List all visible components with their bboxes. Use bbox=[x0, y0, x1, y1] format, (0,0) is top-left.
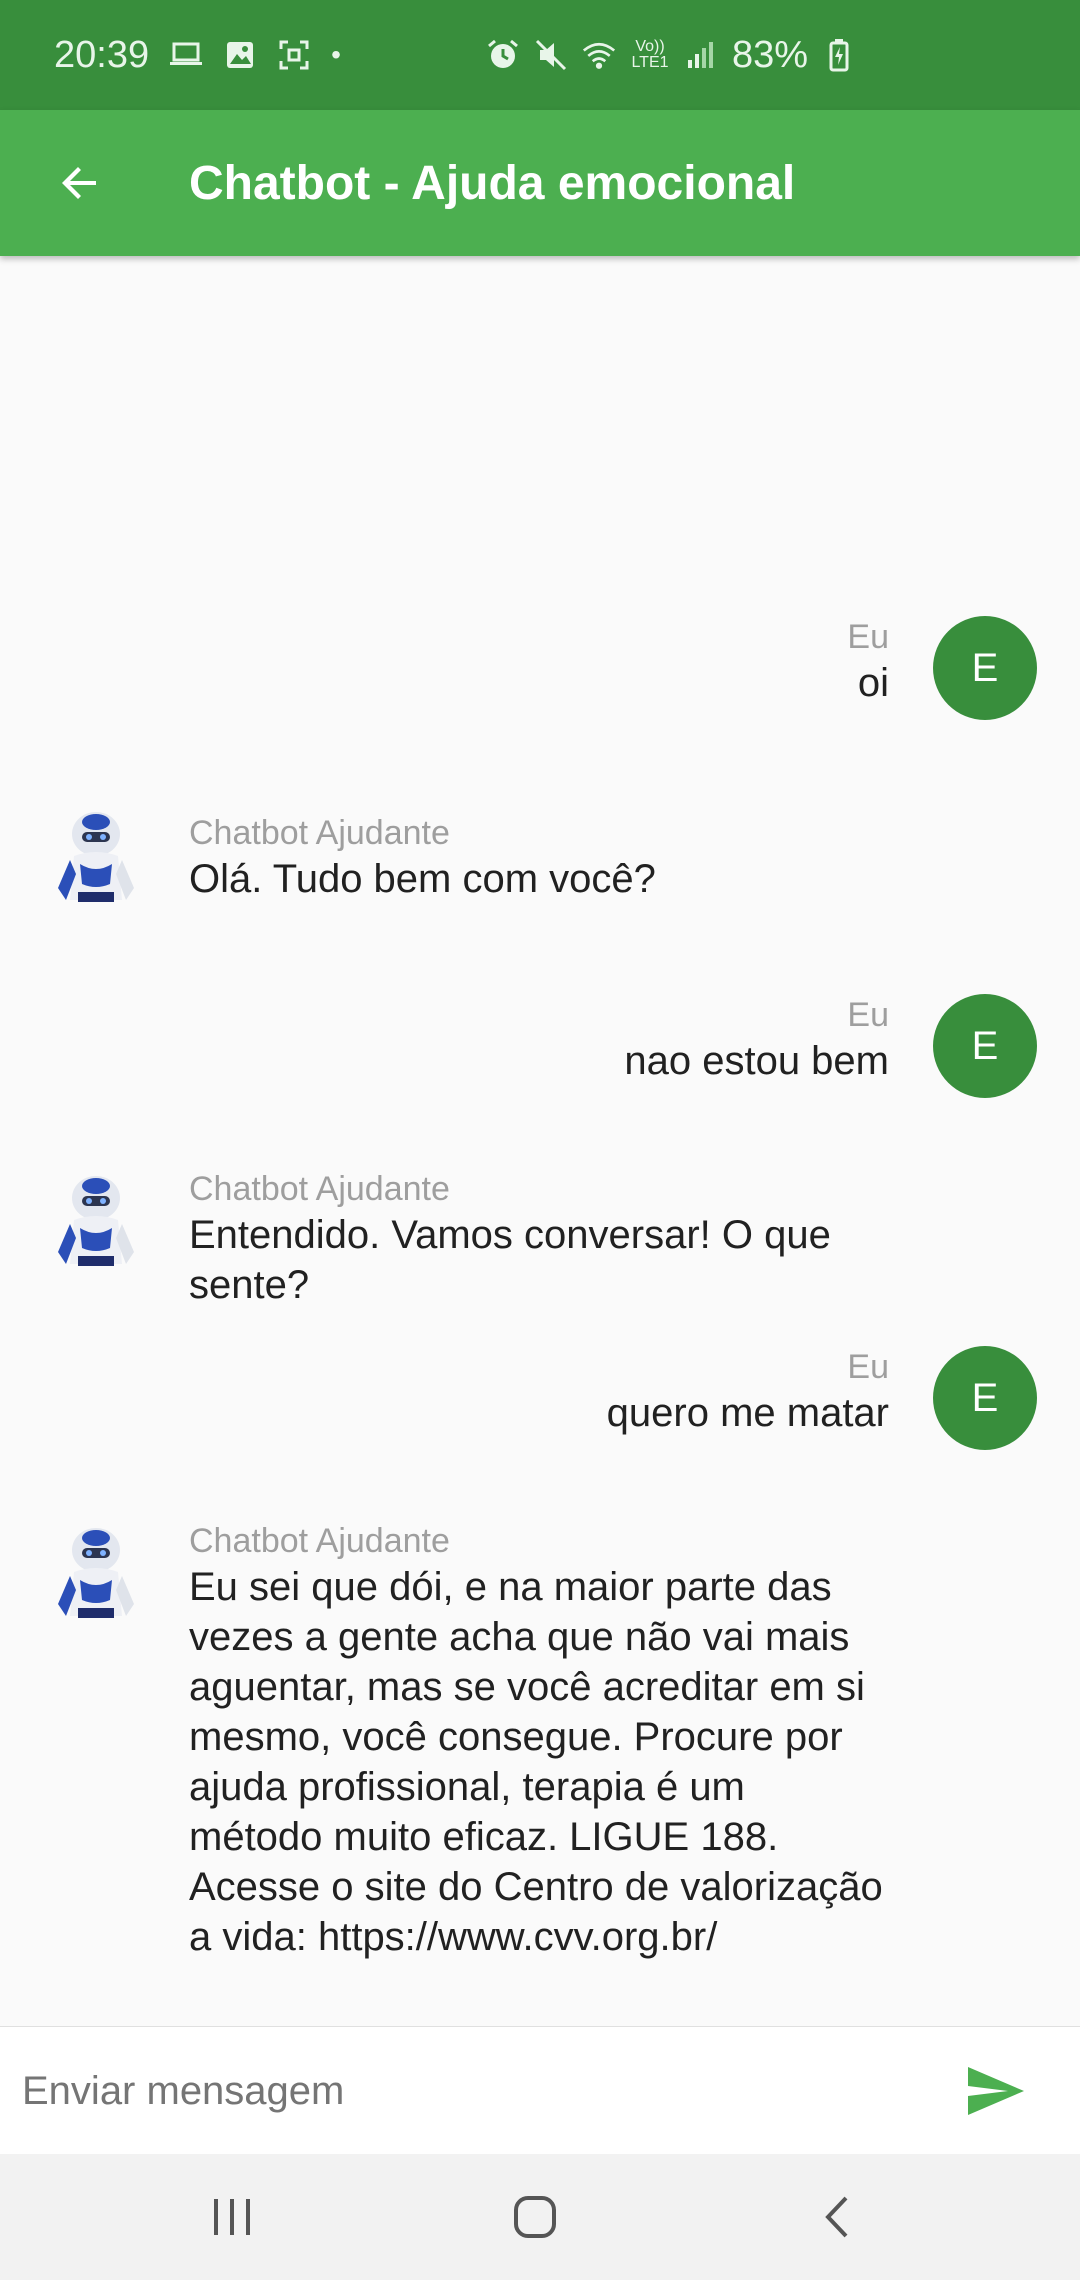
home-icon bbox=[514, 2196, 556, 2238]
sender-name: Chatbot Ajudante bbox=[189, 1522, 450, 1560]
bot-message: Chatbot Ajudante Entendido. Vamos conver… bbox=[0, 1168, 1080, 1308]
app-bar: Chatbot - Ajuda emocional bbox=[0, 110, 1080, 256]
battery-percent: 83% bbox=[732, 33, 809, 76]
robot-avatar bbox=[44, 1168, 148, 1272]
home-button[interactable] bbox=[495, 2182, 575, 2252]
user-avatar: E bbox=[933, 994, 1037, 1098]
sender-name: Chatbot Ajudante bbox=[189, 814, 450, 852]
user-avatar: E bbox=[933, 1346, 1037, 1450]
message-text: Entendido. Vamos conversar! O que sente? bbox=[189, 1213, 831, 1307]
send-button[interactable] bbox=[956, 2055, 1036, 2127]
send-icon bbox=[968, 2067, 1024, 2115]
page-title: Chatbot - Ajuda emocional bbox=[189, 156, 796, 210]
user-message: Eu oi E bbox=[0, 616, 1080, 726]
back-icon bbox=[825, 2196, 848, 2238]
network-label: Vo)) LTE1 bbox=[631, 38, 669, 71]
battery-charging-icon bbox=[822, 38, 856, 72]
message-text: oi bbox=[857, 661, 889, 705]
user-message: Eu quero me matar E bbox=[0, 1346, 1080, 1456]
notification-dot: • bbox=[331, 39, 341, 70]
system-nav-bar bbox=[0, 2154, 1080, 2280]
message-text: nao estou bem bbox=[624, 1039, 889, 1083]
recent-apps-button[interactable] bbox=[192, 2182, 272, 2252]
status-bar: 20:39 • Vo)) LTE1 83% bbox=[0, 0, 1080, 110]
wifi-icon bbox=[582, 38, 616, 72]
message-text: quero me matar bbox=[606, 1391, 889, 1435]
bot-message: Chatbot Ajudante Eu sei que dói, e na ma… bbox=[0, 1520, 1080, 2000]
composer bbox=[0, 2026, 1080, 2155]
sender-name: Eu bbox=[847, 618, 889, 656]
recent-apps-icon bbox=[214, 2199, 250, 2235]
user-message: Eu nao estou bem E bbox=[0, 994, 1080, 1104]
image-icon bbox=[223, 38, 257, 72]
alarm-icon bbox=[486, 38, 520, 72]
bot-message: Chatbot Ajudante Olá. Tudo bem com você? bbox=[0, 804, 1080, 924]
laptop-icon bbox=[169, 38, 203, 72]
robot-avatar bbox=[44, 804, 148, 908]
robot-avatar bbox=[44, 1520, 148, 1624]
nav-back-button[interactable] bbox=[797, 2182, 877, 2252]
screenshot-icon bbox=[277, 38, 311, 72]
signal-icon bbox=[684, 38, 718, 72]
mute-icon bbox=[534, 38, 568, 72]
user-avatar: E bbox=[933, 616, 1037, 720]
sender-name: Eu bbox=[847, 996, 889, 1034]
status-time: 20:39 bbox=[54, 33, 150, 76]
message-input[interactable] bbox=[0, 2027, 920, 2155]
arrow-back-icon bbox=[62, 167, 96, 199]
back-button[interactable] bbox=[40, 143, 120, 223]
message-text: Olá. Tudo bem com você? bbox=[189, 857, 656, 901]
sender-name: Chatbot Ajudante bbox=[189, 1170, 450, 1208]
message-text: Eu sei que dói, e na maior parte das vez… bbox=[189, 1565, 883, 1959]
message-list[interactable]: Eu oi E Chatbot Ajudante Olá. Tudo bem c… bbox=[0, 256, 1080, 2026]
sender-name: Eu bbox=[847, 1348, 889, 1386]
